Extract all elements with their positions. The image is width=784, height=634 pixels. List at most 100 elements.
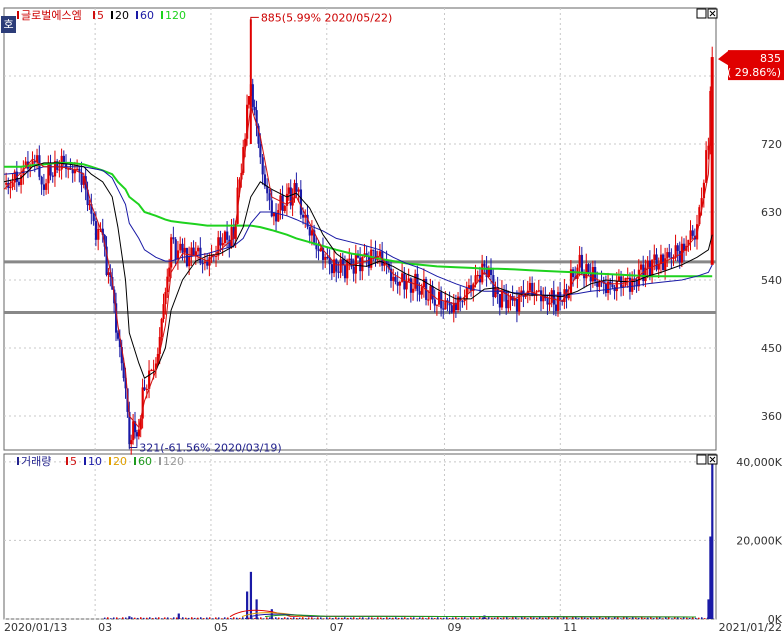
volume-bar (392, 617, 394, 619)
stock-chart: 885(5.99% 2020/05/22) 321(-61.56% 2020/03… (1, 7, 784, 634)
volume-bar (566, 617, 568, 619)
volume-bar (314, 618, 316, 619)
candle-body (38, 155, 41, 177)
legend-swatch (84, 457, 86, 465)
volume-bar (263, 618, 265, 619)
legend-swatch (93, 11, 95, 19)
candle-body (17, 181, 21, 185)
x-start-label: 2020/01/13 (4, 621, 67, 634)
candle-body (310, 230, 314, 236)
candle-body (275, 212, 278, 222)
volume-bar (659, 617, 661, 619)
candle-body (548, 302, 551, 305)
x-month-label: 05 (214, 621, 228, 634)
volume-bar (581, 617, 583, 619)
volume-bar (113, 617, 115, 619)
x-month-label: 11 (563, 621, 577, 634)
legend-item-60: 60 (140, 9, 154, 22)
candle-body (215, 255, 218, 257)
volume-bar (491, 617, 493, 619)
candle-body (352, 266, 355, 274)
candle-body (31, 161, 34, 165)
candle-body (407, 278, 410, 282)
volume-bar (626, 617, 628, 619)
candle-body (653, 254, 656, 261)
candle-body (170, 237, 173, 268)
candle-body (689, 230, 692, 240)
volume-bar (344, 617, 346, 619)
volume-bar (209, 617, 211, 619)
volume-spike (249, 571, 253, 619)
candle-body (40, 176, 43, 185)
candle-body (299, 189, 303, 215)
candle-body (554, 304, 558, 311)
volume-spike (709, 536, 712, 619)
volume-bar (434, 617, 436, 619)
volume-bar (470, 617, 472, 619)
candle-body (76, 168, 79, 170)
volume-legend-item-60: 60 (138, 455, 152, 468)
volume-bar (641, 617, 643, 619)
candle-body (293, 183, 296, 198)
legend-item-20: 20 (115, 9, 129, 22)
volume-bar (152, 618, 154, 619)
minimize-icon[interactable] (696, 454, 707, 465)
candle-body (172, 237, 175, 240)
low-annotation: 321(-61.56% 2020/03/19) (139, 441, 281, 454)
candle-body (197, 247, 200, 252)
volume-bar (380, 617, 382, 619)
legend-swatch (109, 457, 111, 465)
candle-body (143, 387, 146, 390)
volume-bar (464, 617, 466, 619)
candle-body (160, 318, 163, 337)
volume-bar (212, 618, 214, 619)
high-annotation: 885(5.99% 2020/05/22) (261, 11, 392, 24)
volume-bar (467, 618, 469, 619)
candle-body (655, 254, 658, 270)
x-month-label: 09 (447, 621, 461, 634)
volume-bar (638, 617, 640, 619)
candle-body (578, 254, 581, 268)
volume-legend-item-120: 120 (163, 455, 184, 468)
candle-body (617, 276, 621, 282)
price-panel (3, 7, 717, 451)
volume-bar (206, 617, 208, 619)
legend-swatch (134, 457, 136, 465)
volume-bar (524, 617, 526, 619)
volume-bar (119, 618, 121, 619)
volume-bar (221, 618, 223, 619)
volume-bar (146, 617, 148, 619)
minimize-icon[interactable] (696, 8, 707, 19)
volume-bar (401, 617, 403, 619)
legend-item-5: 5 (97, 9, 104, 22)
volume-bar (479, 617, 481, 619)
volume-bar (650, 617, 652, 619)
candle-body (206, 261, 209, 266)
volume-bar (227, 617, 229, 619)
volume-bar (281, 618, 283, 619)
volume-bar (305, 618, 307, 619)
legend-title: 글로벌에스엠 (21, 9, 82, 22)
volume-spike (711, 461, 714, 619)
volume-bar (488, 617, 490, 619)
volume-bar (611, 618, 613, 619)
volume-bar (542, 617, 544, 619)
candle-body (217, 237, 220, 256)
volume-legend-item-20: 20 (113, 455, 127, 468)
candle-body (392, 276, 395, 281)
volume-bar (455, 617, 457, 619)
volume-bar (482, 617, 484, 619)
volume-bar (293, 617, 295, 619)
volume-bar (665, 617, 667, 619)
volume-bar (320, 617, 322, 619)
volume-bar (395, 617, 397, 619)
volume-bar (299, 617, 301, 619)
candle-body (637, 269, 640, 287)
candle-body (676, 245, 679, 252)
candle-body (705, 150, 708, 183)
volume-bar (563, 617, 565, 619)
volume-bar (347, 617, 349, 619)
current-price-arrow (718, 51, 728, 66)
volume-bar (521, 617, 523, 619)
volume-bar (290, 617, 292, 619)
